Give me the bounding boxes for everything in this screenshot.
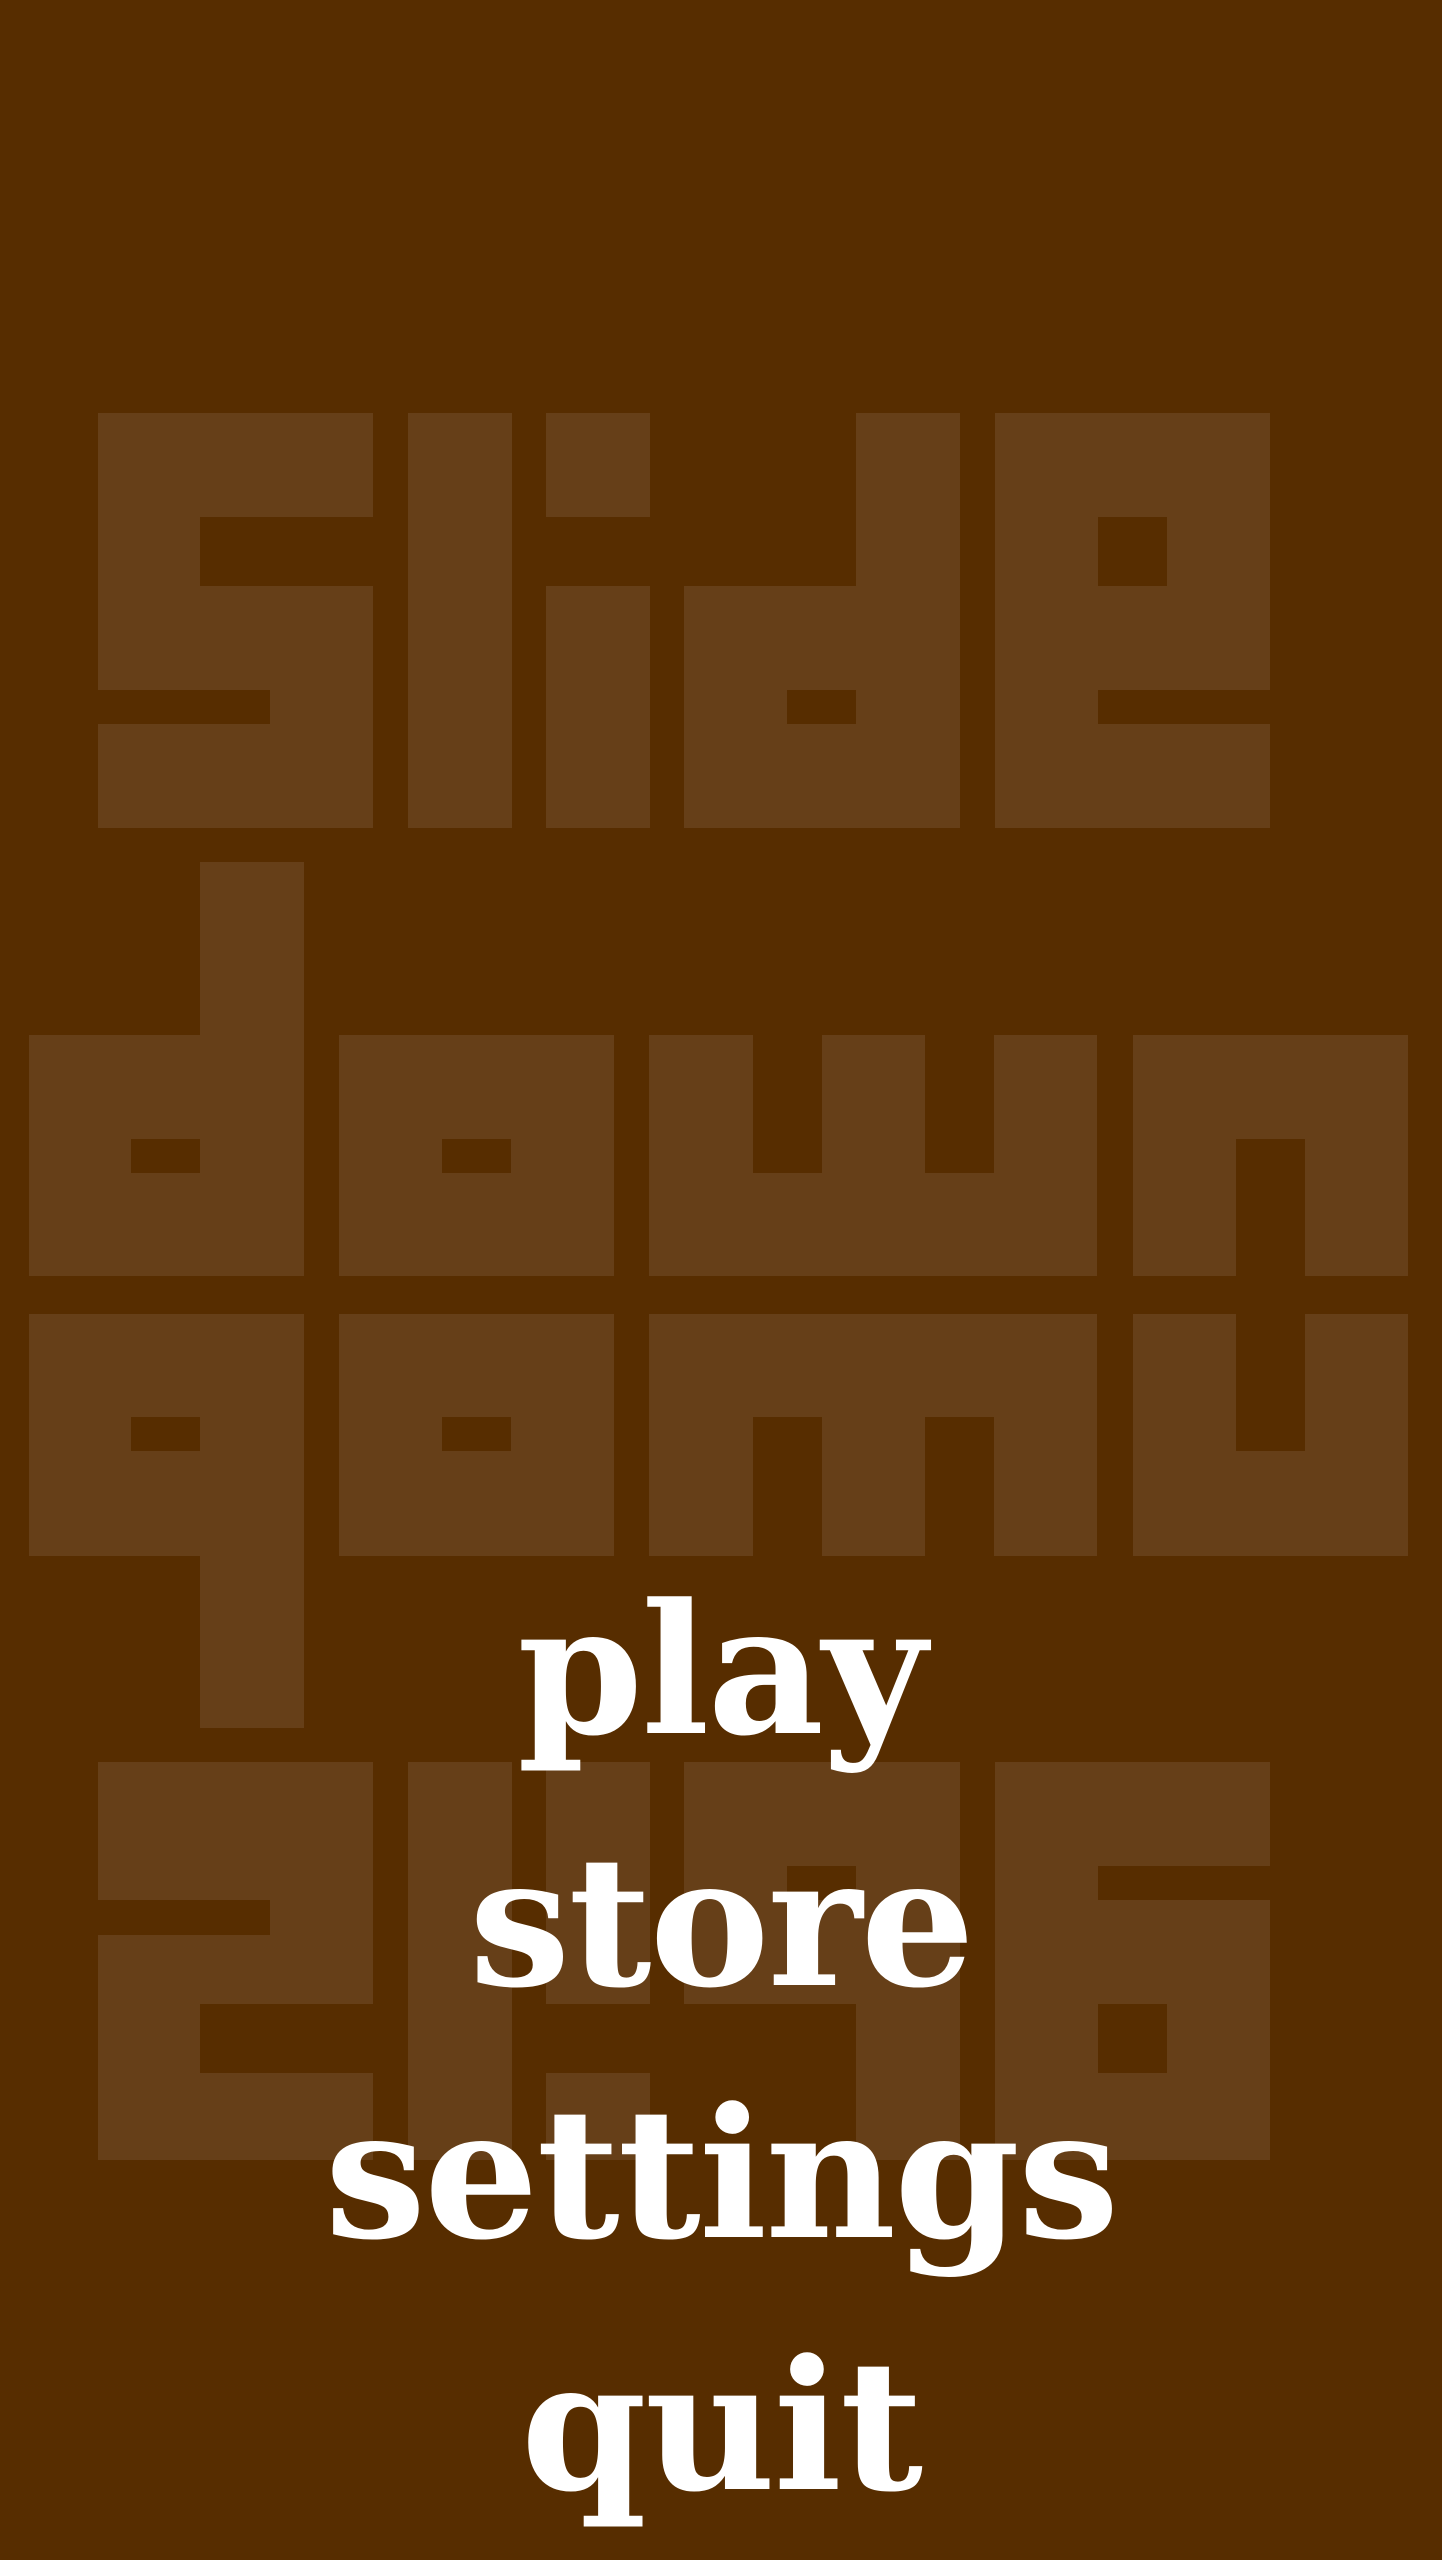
logo-letter-s (98, 413, 373, 828)
logo-letter-i (546, 413, 650, 828)
logo-letter-l (408, 413, 512, 828)
logo-reflection-w (649, 1314, 1097, 1556)
main-menu: play store settings quit (0, 1545, 1442, 2553)
play-button[interactable]: play (517, 1545, 926, 1797)
logo-letter-e (995, 413, 1270, 828)
settings-button[interactable]: settings (325, 2049, 1120, 2301)
quit-button[interactable]: quit (521, 2301, 923, 2553)
logo-letter-o (339, 1035, 614, 1276)
store-button[interactable]: store (469, 1797, 975, 2049)
logo-letter-d (684, 413, 960, 828)
logo-letter-n (1133, 1035, 1408, 1276)
logo-reflection-o (339, 1314, 614, 1556)
main-menu-screen: play store settings quit (0, 0, 1442, 2560)
logo-letter-w (649, 1035, 1097, 1276)
logo-letter-d2 (29, 862, 304, 1276)
logo-reflection-n (1133, 1314, 1408, 1556)
